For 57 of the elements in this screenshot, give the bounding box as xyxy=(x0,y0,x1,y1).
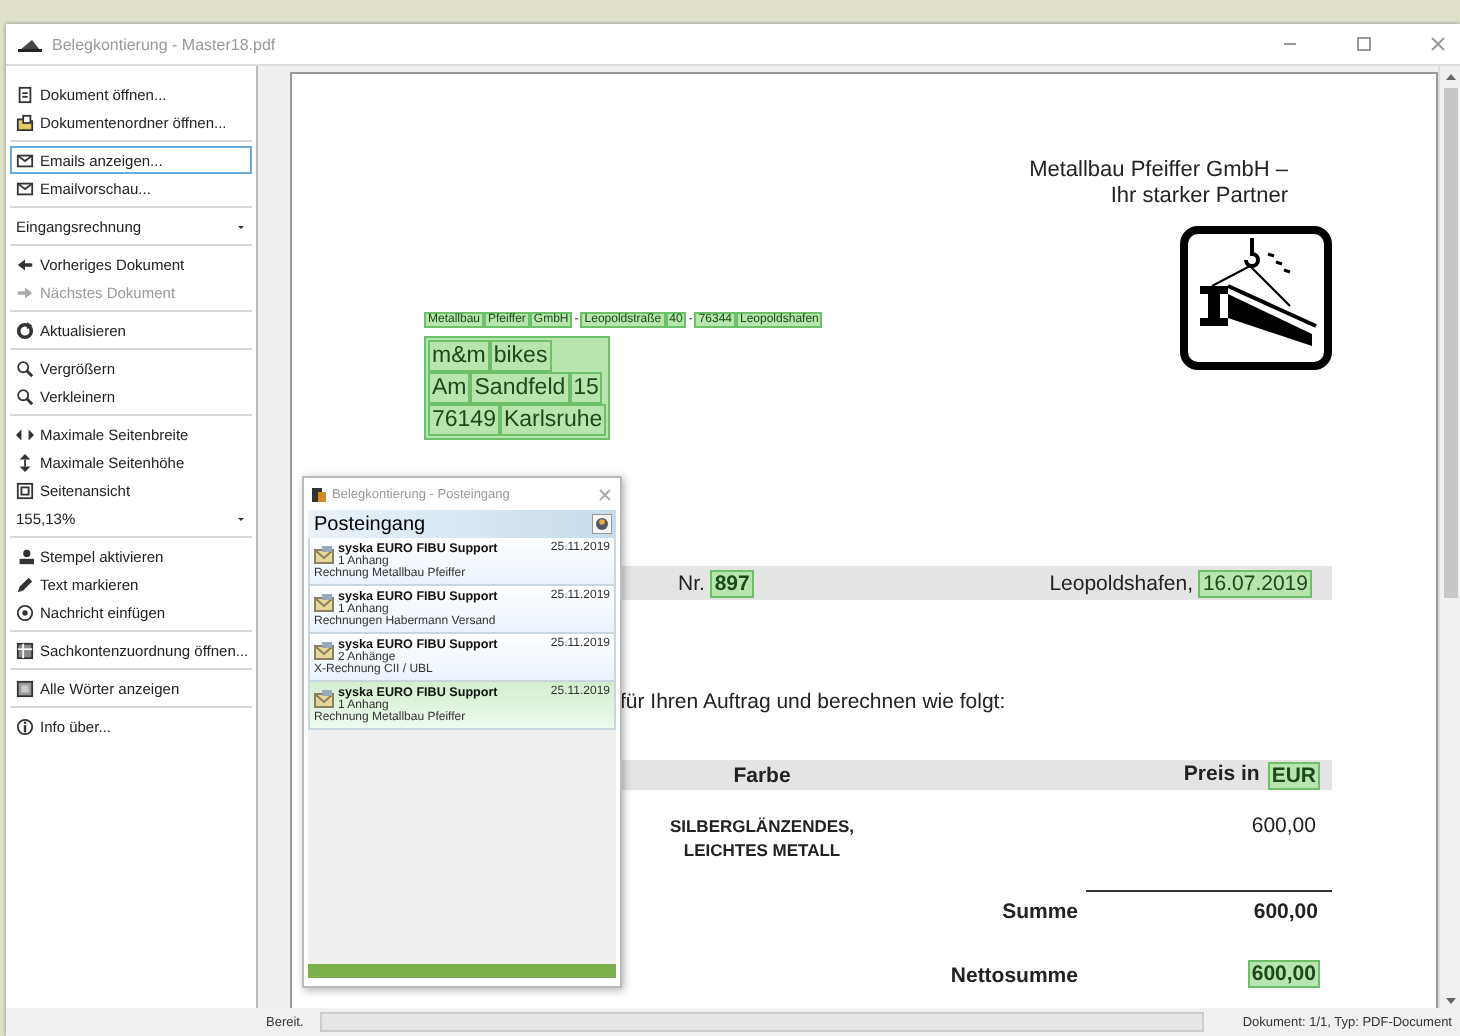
arrow-left-icon xyxy=(16,255,34,273)
envelope-icon xyxy=(314,546,334,564)
highlighted-word: Karlsruhe xyxy=(499,404,607,436)
highlighted-word: 16.07.2019 xyxy=(1198,569,1312,597)
number-label: Nr. xyxy=(678,571,705,595)
zoom-out-icon xyxy=(16,387,34,405)
fit-width-icon xyxy=(16,425,34,443)
stamp-icon xyxy=(16,547,34,565)
refresh-icon xyxy=(16,321,34,339)
highlighted-word: m&m xyxy=(428,340,490,372)
word: Preis in xyxy=(1181,761,1262,789)
app-icon xyxy=(18,36,42,52)
word: Farbe xyxy=(731,763,793,787)
note-icon xyxy=(16,603,34,621)
table-icon xyxy=(16,641,34,659)
total-label: Nettosumme xyxy=(950,964,1078,988)
window-title: Belegkontierung - Master18.pdf xyxy=(52,35,278,53)
app-icon xyxy=(312,487,326,501)
highlighted-word: 76149 xyxy=(428,404,500,436)
info-icon xyxy=(16,717,34,735)
highlighted-word: 600,00 xyxy=(1247,960,1320,988)
scroll-up-icon[interactable] xyxy=(1443,70,1457,84)
maximize-icon[interactable] xyxy=(1354,34,1374,54)
item-price: 600,00 xyxy=(1251,814,1318,842)
pen-icon xyxy=(16,575,34,593)
highlighted-word: 897 xyxy=(710,569,754,597)
mail-icon xyxy=(16,151,34,169)
zoom-in-icon xyxy=(16,359,34,377)
grid-icon xyxy=(16,679,34,697)
highlighted-word: 15 xyxy=(569,372,603,404)
folder-icon xyxy=(16,113,34,131)
envelope-icon xyxy=(314,642,334,660)
caret-icon xyxy=(236,513,246,523)
arrow-right-icon xyxy=(16,283,34,301)
envelope-icon xyxy=(314,594,334,612)
place-text: Leopoldshafen, xyxy=(1049,571,1194,595)
document-icon xyxy=(16,85,34,103)
envelope-icon xyxy=(314,690,334,708)
inbox-title: Posteingang xyxy=(314,513,426,535)
fit-height-icon xyxy=(16,453,34,471)
item-description: SILBERGLÄNZENDES, LEICHTES METALL xyxy=(667,814,857,862)
scrollbar-thumb[interactable] xyxy=(1443,88,1457,598)
highlighted-word: Sandfeld xyxy=(470,372,570,404)
total-label: Summe xyxy=(1002,900,1078,924)
mail-icon xyxy=(16,179,34,197)
close-icon[interactable] xyxy=(1428,34,1448,54)
refresh-icon[interactable] xyxy=(592,514,612,534)
intro-text: für Ihren Auftrag und berechnen wie folgt: xyxy=(620,690,1008,714)
close-icon[interactable] xyxy=(598,487,612,501)
letterhead-text: Metallbau Pfeiffer GmbH – xyxy=(1029,158,1288,184)
highlighted-word: Am xyxy=(428,372,471,404)
caret-icon xyxy=(236,221,246,231)
highlighted-word: bikes xyxy=(489,340,552,372)
page-icon xyxy=(16,481,34,499)
word: 600,00 xyxy=(1251,900,1320,924)
highlighted-word: EUR xyxy=(1267,761,1320,789)
letterhead-text: Ihr starker Partner xyxy=(1110,184,1288,210)
